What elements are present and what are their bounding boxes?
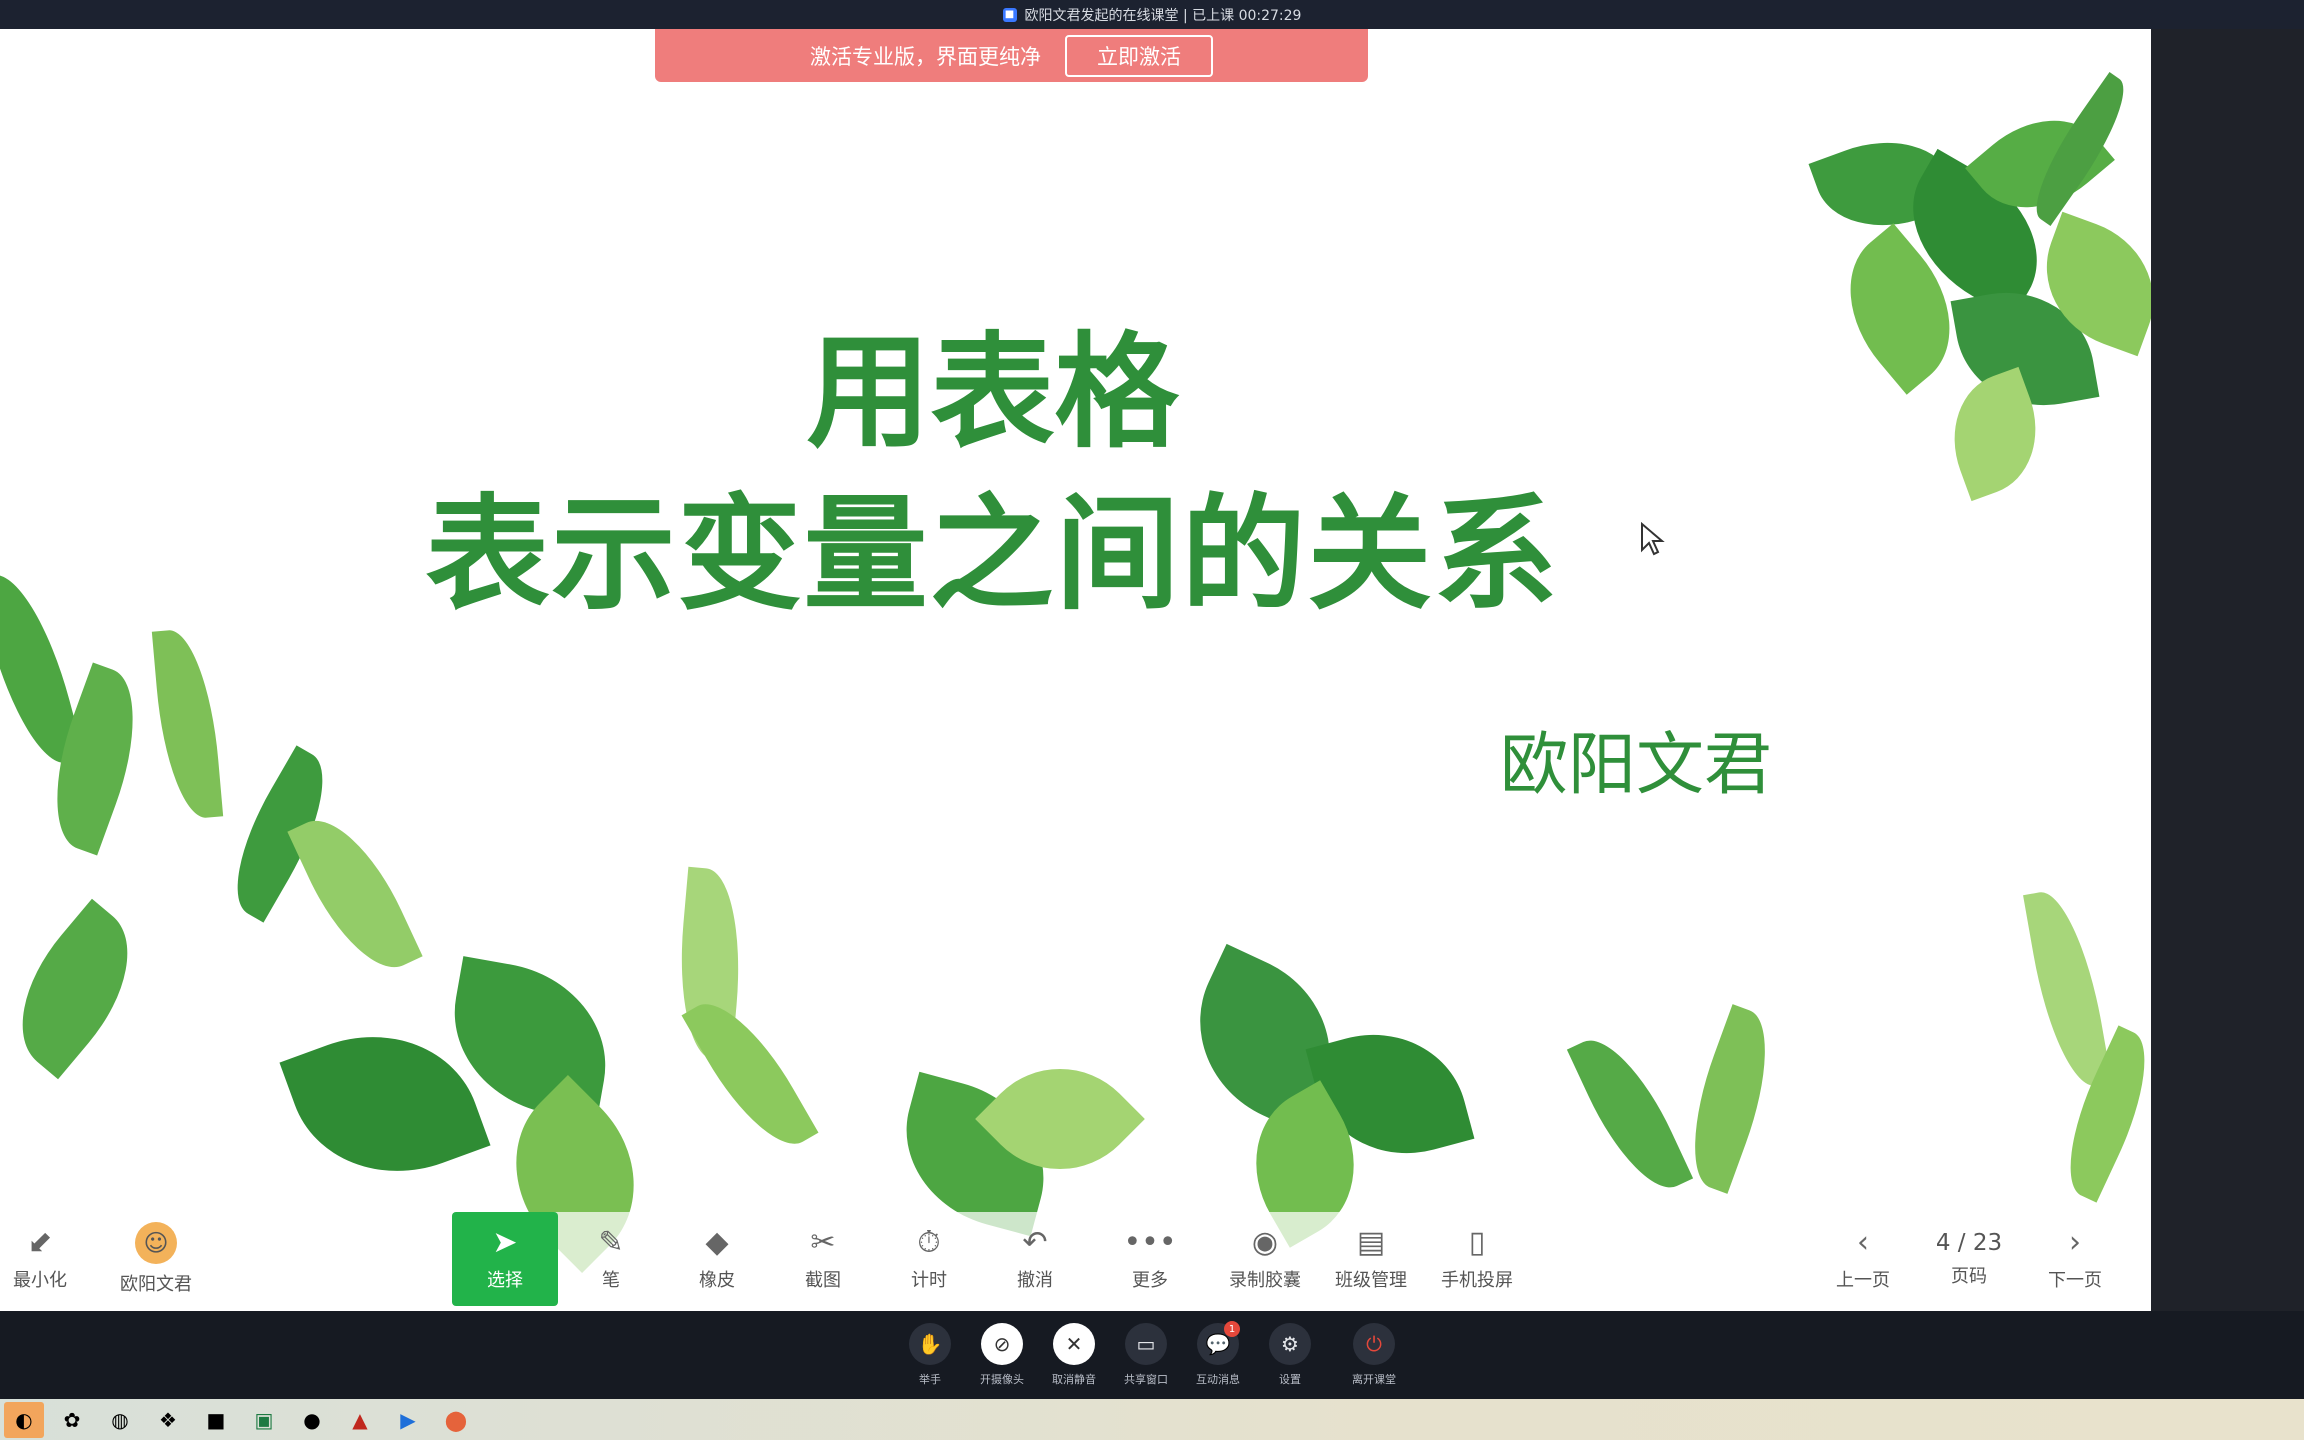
- taskbar-browser-icon[interactable]: ◍: [100, 1402, 140, 1438]
- upgrade-banner: 激活专业版，界面更纯净 立即激活: [655, 29, 1368, 82]
- slide-author: 欧阳文君: [1500, 726, 1773, 805]
- pen-label: 笔: [602, 1270, 620, 1291]
- pen-icon: ✎: [598, 1225, 624, 1260]
- taskbar-record-icon[interactable]: ⬤: [436, 1402, 476, 1438]
- record-capsule-button[interactable]: ◉ 录制胶囊: [1212, 1212, 1318, 1306]
- settings-button[interactable]: ⚙ 设置: [1254, 1323, 1326, 1387]
- class-manage-label: 班级管理: [1335, 1270, 1407, 1291]
- toolbar-main-group: ➤ 选择 ✎ 笔 ◆ 橡皮 ✂ 截图 ⏱ 计时 ↶ 撤消 ••• 更多 ◉ 录制…: [452, 1212, 1570, 1306]
- unmute-label: 取消静音: [1052, 1373, 1096, 1386]
- share-window-label: 共享窗口: [1124, 1373, 1168, 1386]
- more-dots-icon: •••: [1123, 1225, 1177, 1260]
- activate-button[interactable]: 立即激活: [1065, 34, 1213, 77]
- camera-label: 开摄像头: [980, 1373, 1024, 1386]
- page-label: 页码: [1951, 1266, 1987, 1287]
- screenshot-label: 截图: [805, 1270, 841, 1291]
- timer-tool-button[interactable]: ⏱ 计时: [876, 1212, 982, 1306]
- undo-label: 撤消: [1017, 1270, 1053, 1291]
- lock-icon: ■: [1002, 7, 1017, 22]
- undo-tool-button[interactable]: ↶ 撤消: [982, 1212, 1088, 1306]
- raise-hand-label: 举手: [919, 1373, 941, 1386]
- slide-canvas[interactable]: 激活专业版，界面更纯净 立即激活 用表格 表示变量之间的关系 欧阳文君: [0, 29, 2151, 1311]
- board-icon: ▤: [1356, 1225, 1386, 1260]
- prev-page-button[interactable]: ‹ 上一页: [1810, 1212, 1916, 1306]
- chevron-right-icon: ›: [2069, 1225, 2081, 1260]
- taskbar-excel-icon[interactable]: ▣: [244, 1402, 284, 1438]
- mouse-cursor-icon: [1641, 522, 1665, 556]
- taskbar-app-icon[interactable]: ▶: [388, 1402, 428, 1438]
- minimize-icon: ⬋: [27, 1225, 53, 1260]
- raise-hand-button[interactable]: ✋ 举手: [894, 1323, 966, 1387]
- window-titlebar: ■ 欧阳文君发起的在线课堂 | 已上课 00:27:29: [0, 0, 2304, 29]
- upgrade-message: 激活专业版，界面更纯净: [810, 44, 1041, 69]
- taskbar-classroom-app-icon[interactable]: ◐: [4, 1401, 44, 1438]
- message-count-badge: 1: [1224, 1321, 1240, 1337]
- class-manage-button[interactable]: ▤ 班级管理: [1318, 1212, 1424, 1306]
- minimize-button[interactable]: ⬋ 最小化: [0, 1212, 80, 1306]
- select-label: 选择: [487, 1270, 523, 1291]
- unmute-button[interactable]: ✕ 取消静音: [1038, 1323, 1110, 1387]
- phone-cast-button[interactable]: ▯ 手机投屏: [1424, 1212, 1530, 1306]
- undo-icon: ↶: [1022, 1225, 1048, 1260]
- right-gutter: [2151, 29, 2304, 1311]
- stopwatch-icon: ⏱: [917, 1225, 941, 1260]
- share-window-button[interactable]: ▭ 共享窗口: [1110, 1323, 1182, 1387]
- select-tool-button[interactable]: ➤ 选择: [452, 1212, 558, 1306]
- scissors-icon: ✂: [810, 1225, 836, 1260]
- record-label: 录制胶囊: [1229, 1270, 1301, 1291]
- pen-tool-button[interactable]: ✎ 笔: [558, 1212, 664, 1306]
- camera-off-icon: ⊘: [981, 1323, 1023, 1365]
- slide-title-line1: 用表格: [806, 321, 1179, 465]
- messages-button[interactable]: 💬 1 互动消息: [1182, 1321, 1254, 1387]
- hand-icon: ✋: [909, 1323, 951, 1365]
- taskbar-input-method-icon[interactable]: ■: [196, 1402, 236, 1438]
- leave-class-button[interactable]: ⏻ 离开课堂: [1338, 1323, 1410, 1387]
- leave-label: 离开课堂: [1352, 1373, 1396, 1386]
- eraser-tool-button[interactable]: ◆ 橡皮: [664, 1212, 770, 1306]
- pager-group: ‹ 上一页 4 / 23 页码 › 下一页: [1810, 1212, 2130, 1306]
- window-title: 欧阳文君发起的在线课堂 | 已上课 00:27:29: [1024, 7, 1302, 24]
- record-capsule-icon: ◉: [1251, 1225, 1279, 1260]
- page-indicator: 4 / 23: [1935, 1230, 2003, 1256]
- next-page-button[interactable]: › 下一页: [2022, 1212, 2128, 1306]
- taskbar-qq-icon[interactable]: ●: [292, 1402, 332, 1438]
- mic-off-icon: ✕: [1053, 1323, 1095, 1365]
- toolbar-left-group: ⬋ 最小化 ☺ 欧阳文君: [0, 1212, 232, 1306]
- taskbar-pdf-icon[interactable]: ▲: [340, 1402, 380, 1438]
- user-profile-button[interactable]: ☺ 欧阳文君: [80, 1212, 232, 1306]
- prev-page-label: 上一页: [1836, 1270, 1890, 1291]
- messages-label: 互动消息: [1196, 1373, 1240, 1386]
- eraser-label: 橡皮: [699, 1270, 735, 1291]
- more-tools-button[interactable]: ••• 更多: [1088, 1212, 1212, 1306]
- os-taskbar: ◐ ✿ ◍ ❖ ■ ▣ ● ▲ ▶ ⬤: [0, 1399, 2304, 1440]
- taskbar-network-icon[interactable]: ❖: [148, 1402, 188, 1438]
- chevron-left-icon: ‹: [1857, 1225, 1869, 1260]
- screenshot-tool-button[interactable]: ✂ 截图: [770, 1212, 876, 1306]
- avatar: ☺: [135, 1222, 177, 1264]
- slide-title-line2: 表示变量之间的关系: [425, 483, 1560, 627]
- settings-label: 设置: [1279, 1373, 1301, 1386]
- page-number-button[interactable]: 4 / 23 页码: [1916, 1212, 2022, 1306]
- minimize-label: 最小化: [13, 1270, 67, 1291]
- more-label: 更多: [1132, 1270, 1168, 1291]
- user-name-label: 欧阳文君: [120, 1274, 192, 1295]
- power-icon: ⏻: [1353, 1323, 1395, 1365]
- camera-button[interactable]: ⊘ 开摄像头: [966, 1323, 1038, 1387]
- next-page-label: 下一页: [2048, 1270, 2102, 1291]
- phone-icon: ▯: [1468, 1225, 1486, 1260]
- class-control-bar: ✋ 举手 ⊘ 开摄像头 ✕ 取消静音 ▭ 共享窗口 💬 1 互动消息 ⚙ 设置 …: [0, 1311, 2304, 1399]
- screen-share-icon: ▭: [1125, 1323, 1167, 1365]
- phone-cast-label: 手机投屏: [1441, 1270, 1513, 1291]
- pointer-icon: ➤: [492, 1225, 518, 1260]
- timer-label: 计时: [911, 1270, 947, 1291]
- gear-icon: ⚙: [1269, 1323, 1311, 1365]
- taskbar-media-icon[interactable]: ✿: [52, 1402, 92, 1438]
- eraser-icon: ◆: [705, 1225, 729, 1260]
